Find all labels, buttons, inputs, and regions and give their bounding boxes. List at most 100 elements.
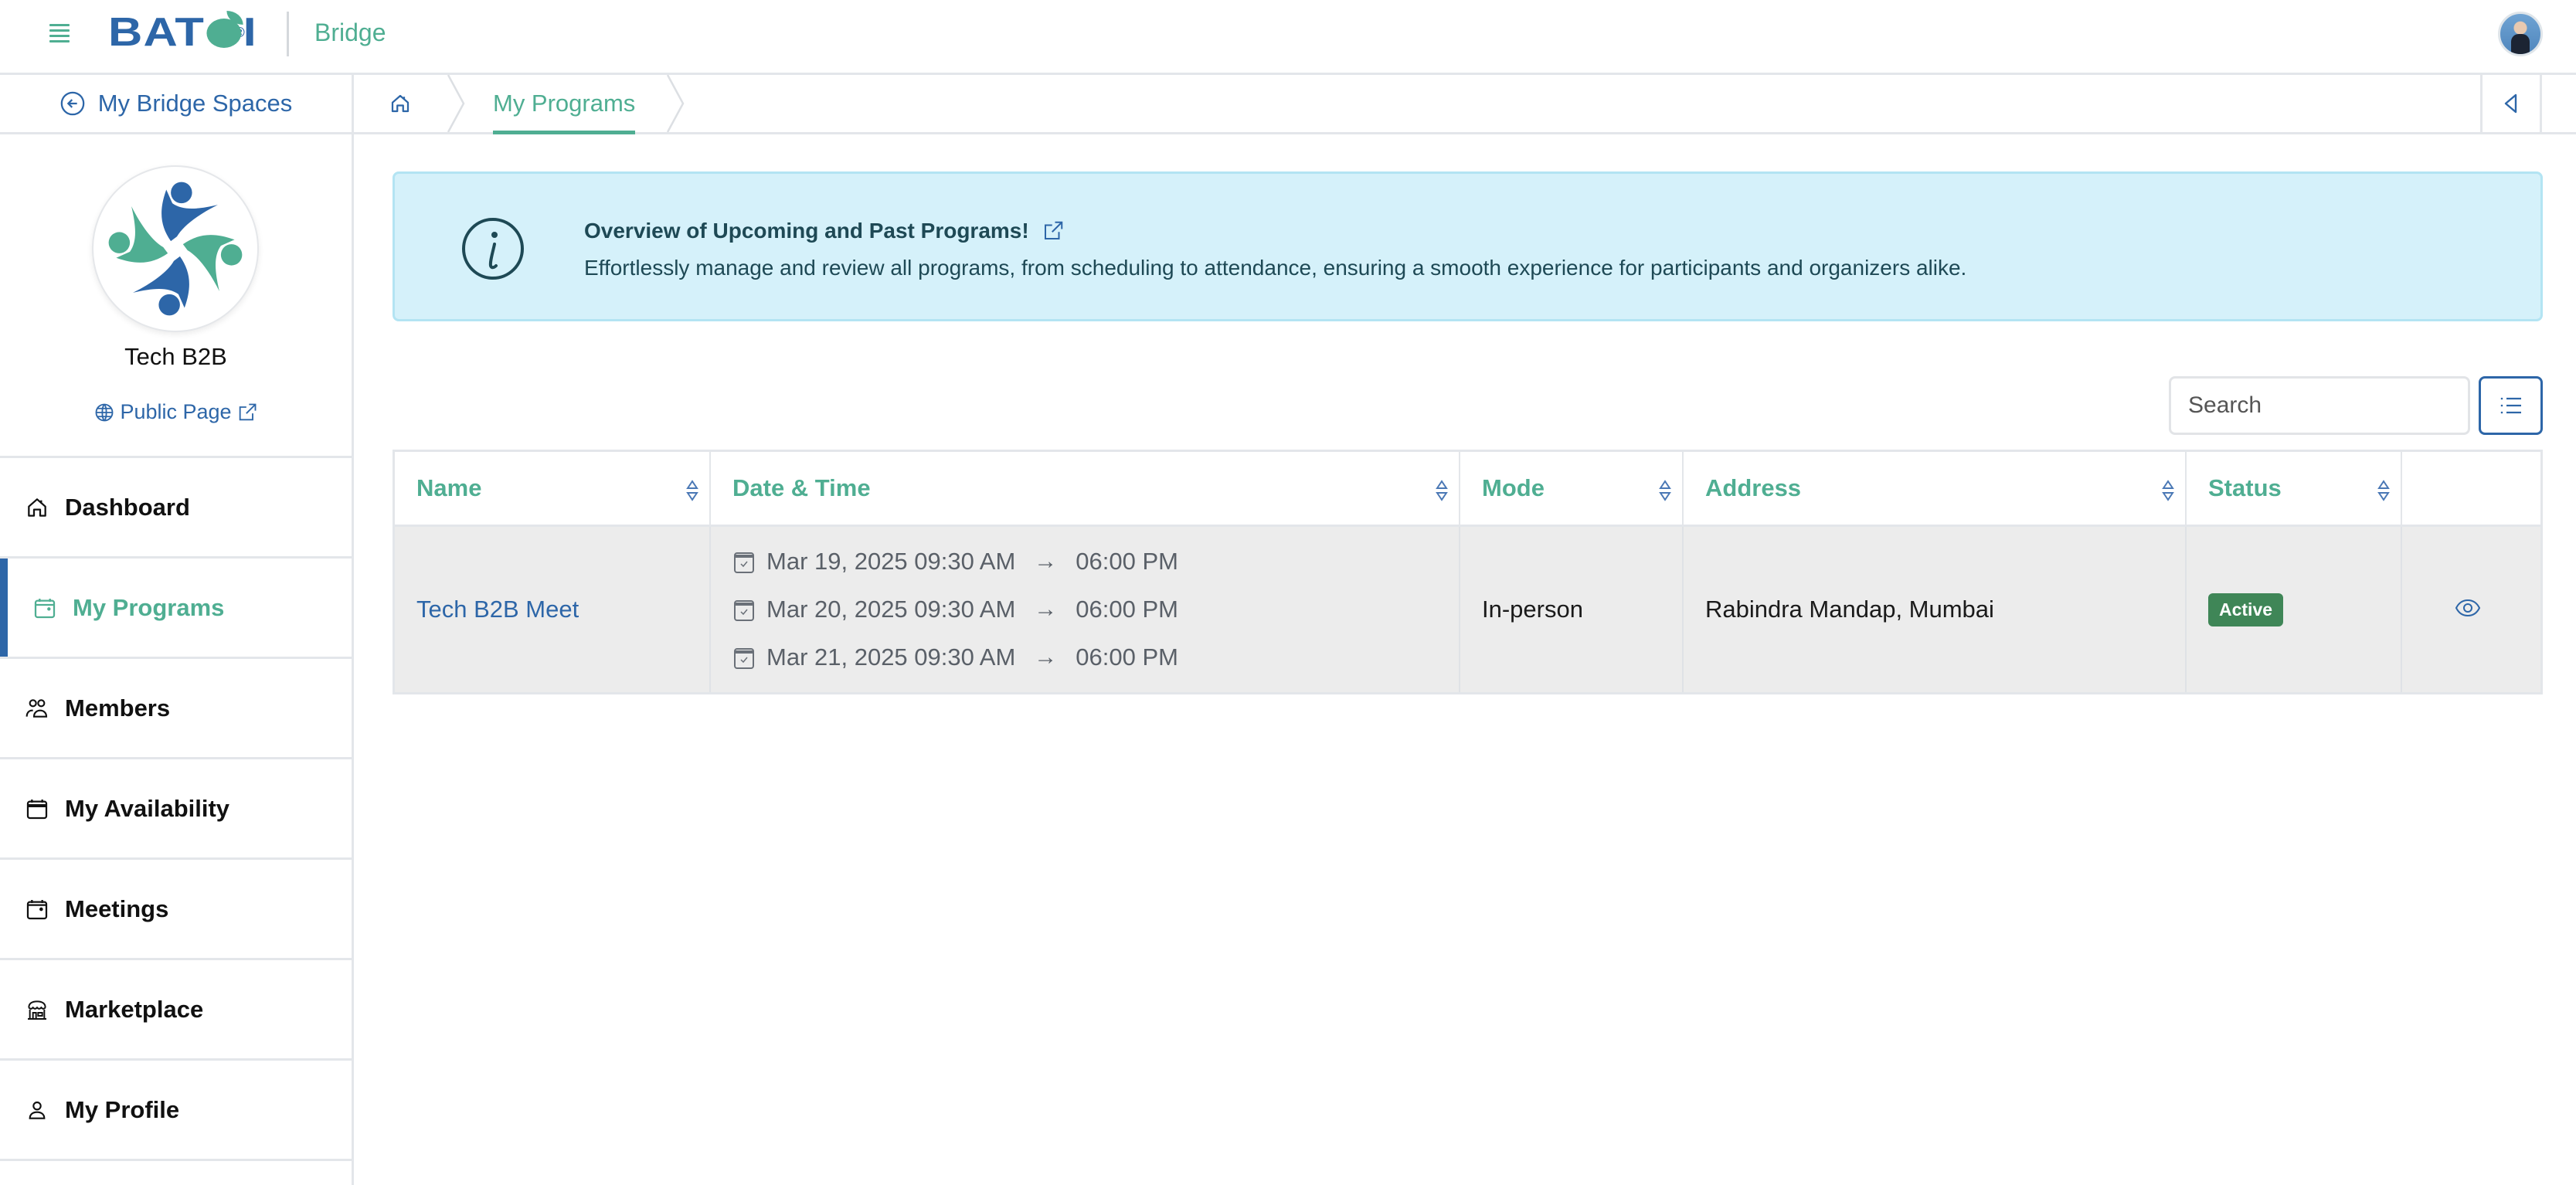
programs-table: Name Date & Time Mode Address Status Tec… [393, 450, 2543, 694]
banner-description: Effortlessly manage and review all progr… [584, 256, 1967, 280]
info-banner: Overview of Upcoming and Past Programs! … [393, 171, 2543, 321]
arrow-left-circle-icon [60, 91, 85, 116]
calendar-check-icon [734, 648, 754, 669]
breadcrumb-home[interactable] [354, 75, 447, 132]
column-label: Status [2208, 474, 2282, 501]
batoi-logo[interactable]: BATI® [108, 11, 257, 53]
column-label: Mode [1482, 474, 1545, 501]
list-view-button[interactable] [2479, 376, 2543, 435]
column-header-actions [2402, 452, 2540, 525]
program-name-link[interactable]: Tech B2B Meet [416, 596, 579, 623]
brand-divider [287, 12, 289, 56]
people-circle-logo-icon [108, 182, 243, 316]
banner-title: Overview of Upcoming and Past Programs! [584, 219, 1065, 243]
sidebar-item-my-availability[interactable]: My Availability [0, 759, 352, 860]
space-card: Tech B2B Public Page [0, 134, 352, 458]
date-end: 06:00 PM [1076, 643, 1178, 671]
external-link-icon[interactable] [1042, 219, 1065, 243]
date-range: Mar 20, 2025 09:30 AM → 06:00 PM [732, 596, 1178, 623]
breadcrumb: My Programs [354, 75, 685, 134]
public-page-link[interactable]: Public Page [0, 400, 352, 424]
arrow-right-icon: → [1034, 596, 1058, 622]
search-input[interactable] [2169, 376, 2470, 435]
table-row: Tech B2B Meet Mar 19, 2025 09:30 AM → 06… [395, 527, 2540, 692]
sidebar-item-label: Dashboard [65, 493, 190, 521]
cell-status: Active [2187, 527, 2402, 692]
public-page-label: Public Page [120, 400, 232, 423]
calendar-check-icon [734, 552, 754, 573]
caret-left-icon [2504, 93, 2517, 114]
column-header-status[interactable]: Status [2187, 452, 2402, 525]
breadcrumb-separator [447, 75, 465, 132]
app-name: Bridge [314, 19, 386, 46]
sort-icon [1659, 480, 1671, 501]
date-start: Mar 21, 2025 09:30 AM [766, 643, 1016, 671]
column-header-date-time[interactable]: Date & Time [711, 452, 1460, 525]
home-icon [28, 497, 46, 517]
calendar-meetings-icon [26, 899, 48, 919]
users-icon [25, 698, 48, 718]
sidebar-item-marketplace[interactable]: Marketplace [0, 960, 352, 1061]
column-header-mode[interactable]: Mode [1460, 452, 1684, 525]
external-link-icon [239, 403, 256, 420]
sidebar-item-label: Members [65, 694, 171, 722]
back-link-label: My Bridge Spaces [97, 90, 293, 117]
column-label: Name [416, 474, 482, 501]
sidebar-item-label: Meetings [65, 895, 169, 922]
sort-icon [686, 480, 698, 501]
date-range: Mar 21, 2025 09:30 AM → 06:00 PM [732, 643, 1178, 671]
sidebar: Tech B2B Public Page Dashboard My Progra… [0, 134, 354, 1185]
list-icon [2500, 397, 2521, 414]
date-list: Mar 19, 2025 09:30 AM → 06:00 PM Mar 20,… [732, 548, 1178, 671]
sidebar-item-label: My Profile [65, 1095, 180, 1123]
calendar-check-icon [734, 600, 754, 621]
calendar-availability-icon [26, 799, 48, 819]
arrow-right-icon: → [1034, 548, 1058, 574]
sidebar-item-my-programs[interactable]: My Programs [0, 559, 352, 659]
view-button[interactable] [2455, 596, 2481, 623]
sort-icon [2377, 480, 2390, 501]
user-icon [29, 1101, 46, 1119]
date-start: Mar 20, 2025 09:30 AM [766, 596, 1016, 623]
my-bridge-spaces-link[interactable]: My Bridge Spaces [0, 75, 354, 132]
logo-wordmark: BAT I [108, 10, 257, 55]
date-end: 06:00 PM [1076, 548, 1178, 575]
sort-icon [2162, 480, 2174, 501]
sidebar-item-my-profile[interactable]: My Profile [0, 1061, 352, 1161]
hamburger-menu-icon[interactable] [49, 23, 70, 43]
status-badge: Active [2208, 592, 2284, 626]
logo-leaf-icon [206, 11, 243, 48]
column-label: Address [1705, 474, 1802, 501]
breadcrumb-my-programs[interactable]: My Programs [465, 75, 666, 134]
space-name: Tech B2B [124, 343, 227, 370]
store-icon [28, 1000, 46, 1020]
cell-date-time: Mar 19, 2025 09:30 AM → 06:00 PM Mar 20,… [711, 527, 1460, 692]
arrow-right-icon: → [1034, 644, 1058, 670]
home-icon [391, 94, 410, 113]
eye-icon [2455, 599, 2481, 617]
sort-icon [1436, 480, 1448, 501]
info-icon [462, 218, 524, 280]
cell-name: Tech B2B Meet [395, 527, 711, 692]
date-range: Mar 19, 2025 09:30 AM → 06:00 PM [732, 548, 1178, 576]
space-logo [92, 165, 259, 332]
sidebar-item-label: My Programs [73, 593, 225, 621]
table-header: Name Date & Time Mode Address Status [395, 452, 2540, 527]
date-start: Mar 19, 2025 09:30 AM [766, 548, 1016, 575]
column-label: Date & Time [732, 474, 871, 501]
sidebar-item-label: Marketplace [65, 995, 204, 1023]
sidebar-item-label: My Availability [65, 794, 230, 822]
collapse-panel-button[interactable] [2480, 75, 2542, 132]
sidebar-item-dashboard[interactable]: Dashboard [0, 458, 352, 559]
cell-mode: In-person [1460, 527, 1684, 692]
breadcrumb-separator [667, 75, 685, 132]
column-header-address[interactable]: Address [1684, 452, 2187, 525]
user-avatar[interactable] [2498, 12, 2543, 56]
column-header-name[interactable]: Name [395, 452, 711, 525]
cell-actions [2402, 527, 2540, 692]
calendar-icon [34, 598, 56, 618]
cell-address: Rabindra Mandap, Mumbai [1684, 527, 2187, 692]
sidebar-item-members[interactable]: Members [0, 659, 352, 759]
sidebar-item-meetings[interactable]: Meetings [0, 860, 352, 960]
globe-icon [96, 403, 114, 421]
